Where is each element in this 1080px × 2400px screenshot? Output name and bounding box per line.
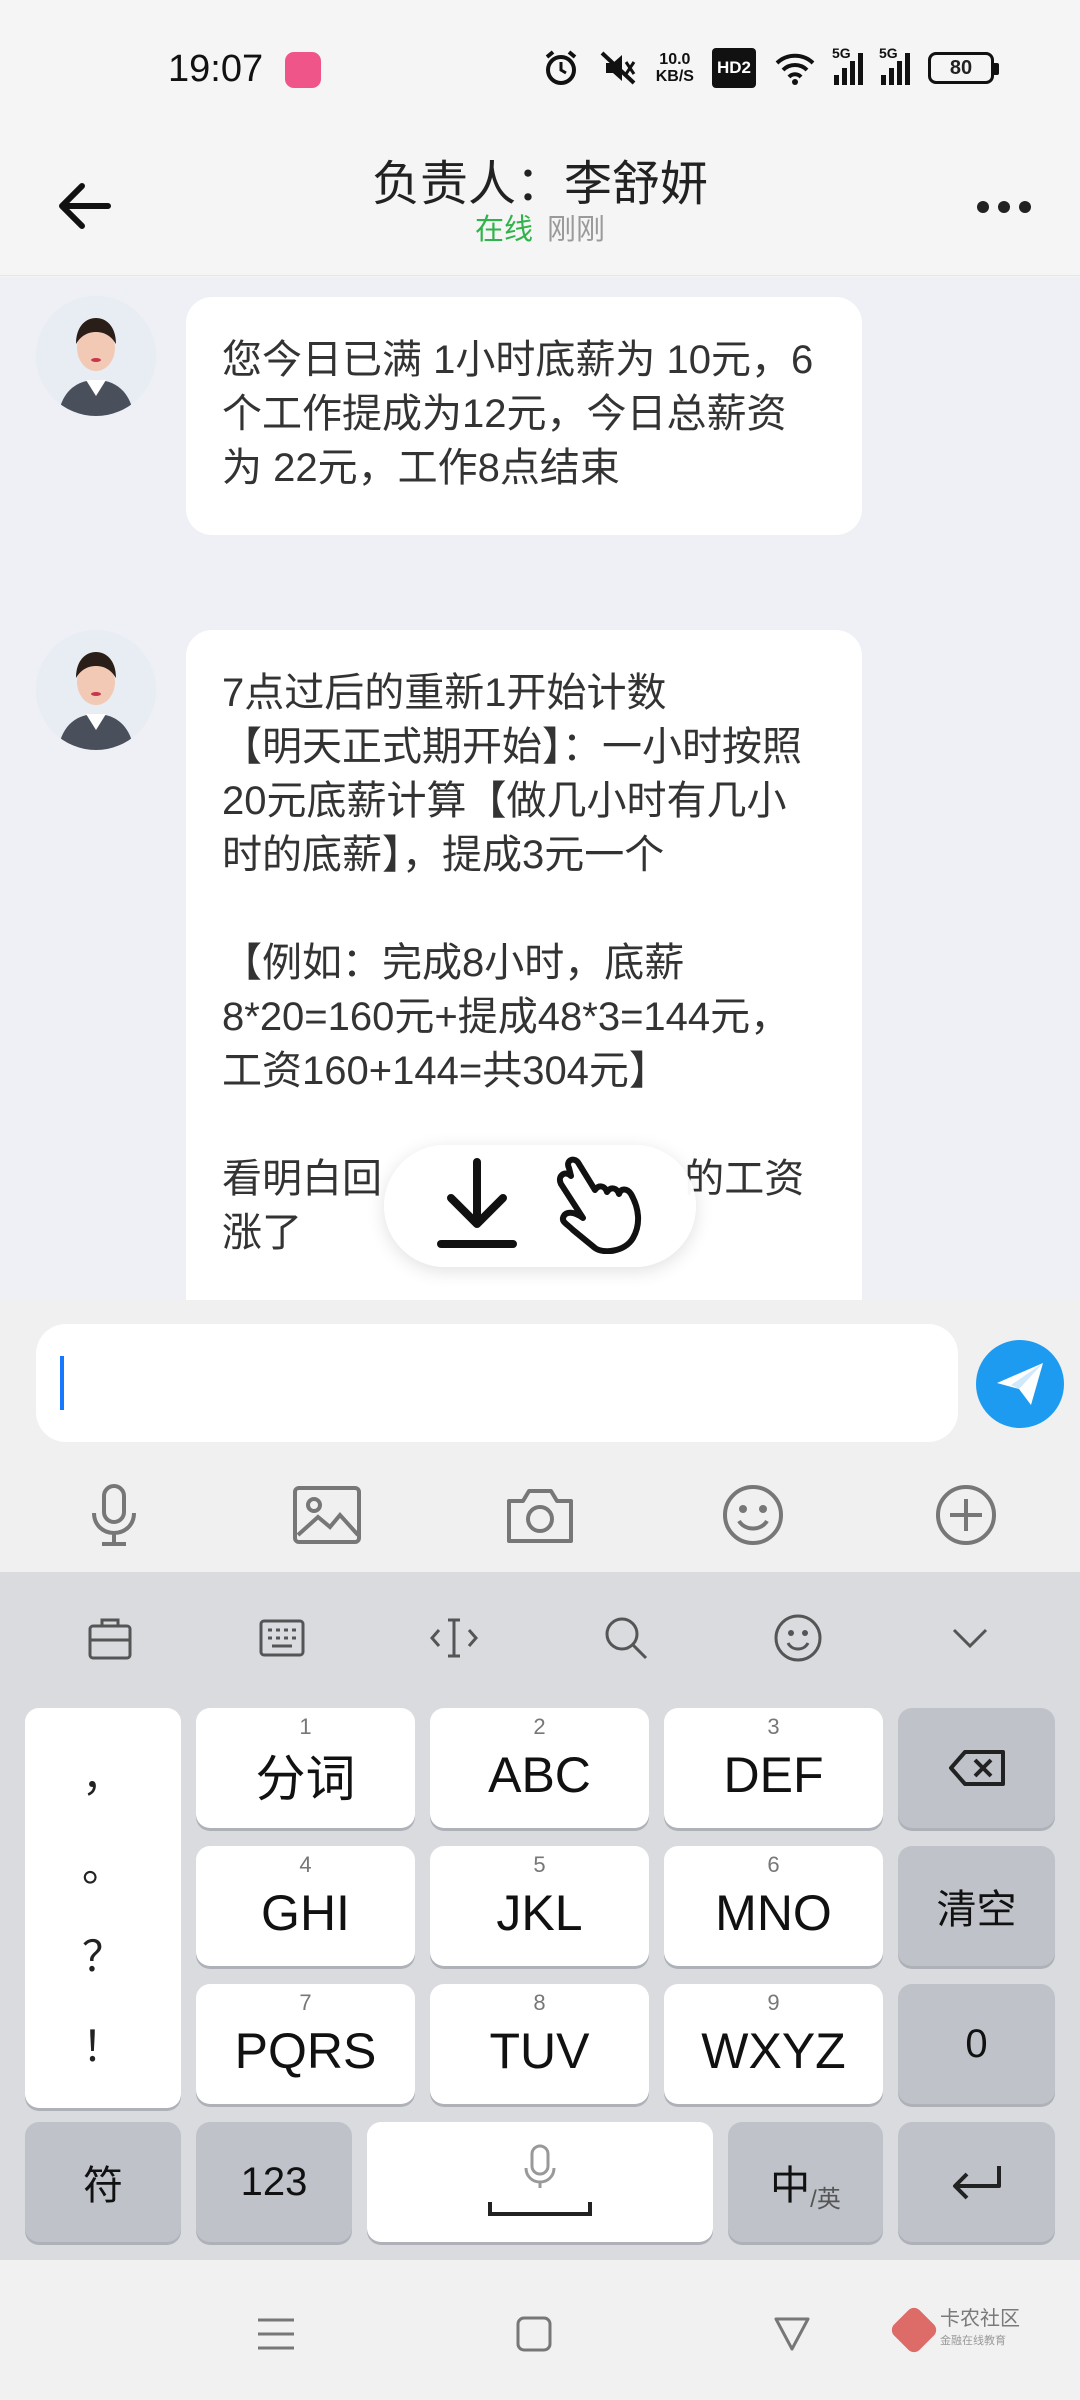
chat-area[interactable]: 您今日已满 1小时底薪为 10元，6个工作提成为12元，今日总薪资为 22元，工… <box>0 277 1080 1300</box>
punctuation-key-column[interactable]: ， 。 ？ ！ <box>25 1708 181 2108</box>
chat-header: 负责人：李舒妍 在线 刚刚 <box>0 140 1080 276</box>
key-7[interactable]: 7 PQRS <box>196 1984 415 2104</box>
mute-icon <box>598 48 638 88</box>
send-button[interactable] <box>976 1340 1064 1428</box>
chat-status: 在线 刚刚 <box>0 206 1080 248</box>
punct-period-key[interactable]: 。 <box>82 1833 124 1894</box>
backspace-key[interactable] <box>898 1708 1055 1828</box>
emoji-icon[interactable] <box>758 1598 838 1678</box>
more-options-button[interactable] <box>968 180 1040 234</box>
key-1[interactable]: 1 分词 <box>196 1708 415 1828</box>
avatar[interactable] <box>36 630 156 750</box>
punct-exclaim-key[interactable]: ！ <box>82 2013 124 2074</box>
net-speed-unit: KB/S <box>655 68 694 85</box>
language-switch-key[interactable]: 中/英 <box>728 2122 883 2242</box>
download-icon[interactable] <box>435 1157 519 1255</box>
status-icons: 10.0 KB/S HD2 5G 5G 80 <box>542 45 999 88</box>
plus-icon[interactable] <box>926 1475 1006 1555</box>
avatar[interactable] <box>36 296 156 416</box>
status-time: 19:07 <box>168 48 264 90</box>
wifi-icon <box>774 48 816 88</box>
home-nav-button[interactable] <box>504 2304 564 2364</box>
keyboard-icon[interactable] <box>242 1598 322 1678</box>
punct-comma-key[interactable]: ， <box>82 1743 124 1804</box>
key-6[interactable]: 6 MNO <box>664 1846 883 1966</box>
hd-badge: HD2 <box>711 48 756 88</box>
home-square-icon <box>516 2316 552 2352</box>
battery-icon: 80 <box>928 52 999 84</box>
clear-key[interactable]: 清空 <box>898 1846 1055 1966</box>
enter-icon <box>952 2166 1001 2200</box>
status-bar: 19:07 10.0 KB/S HD2 5G 5G 80 <box>0 0 1080 140</box>
enter-key[interactable] <box>898 2122 1055 2242</box>
key-5[interactable]: 5 JKL <box>430 1846 649 1966</box>
menu-icon <box>258 2318 294 2350</box>
signal-sim2-icon: 5G <box>879 45 910 85</box>
back-triangle-icon <box>774 2317 810 2351</box>
keyboard-toolbar <box>0 1572 1080 1704</box>
more-dots-icon <box>977 201 1031 213</box>
watermark-tagline: 金融在线教育 <box>940 2335 1006 2347</box>
space-mic-icon <box>488 2144 592 2216</box>
online-status: 在线 <box>474 214 533 246</box>
number-mode-key[interactable]: 123 <box>196 2122 352 2242</box>
zero-key[interactable]: 0 <box>898 1984 1055 2104</box>
watermark-name: 卡农社区 <box>940 2308 1020 2330</box>
text-cursor <box>60 1356 64 1410</box>
network-speed: 10.0 KB/S <box>656 48 694 88</box>
collapse-keyboard-icon[interactable] <box>930 1598 1010 1678</box>
menu-nav-button[interactable] <box>246 2304 306 2364</box>
camera-icon[interactable] <box>500 1475 580 1555</box>
key-8[interactable]: 8 TUV <box>430 1984 649 2104</box>
send-icon <box>997 1363 1043 1405</box>
key-2[interactable]: 2 ABC <box>430 1708 649 1828</box>
emoji-icon[interactable] <box>713 1475 793 1555</box>
symbol-key[interactable]: 符 <box>25 2122 181 2242</box>
message-input-bar <box>0 1300 1080 1572</box>
backspace-icon <box>948 1750 1005 1786</box>
net-speed-value: 10.0 <box>659 51 691 68</box>
alarm-icon <box>542 48 580 88</box>
space-key[interactable] <box>367 2122 713 2242</box>
signal-sim1-icon: 5G <box>832 45 863 85</box>
cursor-icon[interactable] <box>414 1598 494 1678</box>
back-nav-button[interactable] <box>762 2304 822 2364</box>
key-9[interactable]: 9 WXYZ <box>664 1984 883 2104</box>
system-nav-bar: 卡农社区 金融在线教育 <box>0 2260 1080 2400</box>
watermark-logo-icon <box>888 2304 940 2356</box>
keyboard: ， 。 ？ ！ 1 分词 2 ABC 3 DEF 4 GHI 5 JKL 6 M… <box>0 1572 1080 2260</box>
lang-main: 中 <box>770 2164 811 2208</box>
image-icon[interactable] <box>287 1475 367 1555</box>
chat-title: 负责人：李舒妍 <box>371 158 708 211</box>
key-4[interactable]: 4 GHI <box>196 1846 415 1966</box>
search-icon[interactable] <box>586 1598 666 1678</box>
last-seen: 刚刚 <box>547 214 606 246</box>
message-input[interactable] <box>36 1324 958 1442</box>
key-3[interactable]: 3 DEF <box>664 1708 883 1828</box>
input-toolbar <box>0 1470 1080 1560</box>
floating-action-pill[interactable] <box>384 1145 696 1267</box>
lang-sub: /英 <box>810 2185 841 2213</box>
watermark: 卡农社区 金融在线教育 <box>888 2304 1020 2356</box>
microphone-icon[interactable] <box>74 1475 154 1555</box>
message-bubble[interactable]: 您今日已满 1小时底薪为 10元，6个工作提成为12元，今日总薪资为 22元，工… <box>186 297 862 535</box>
app-notification-icon <box>285 52 321 88</box>
clipboard-icon[interactable] <box>70 1598 150 1678</box>
punct-question-key[interactable]: ？ <box>82 1923 124 1984</box>
hand-pointer-icon[interactable] <box>549 1154 645 1259</box>
